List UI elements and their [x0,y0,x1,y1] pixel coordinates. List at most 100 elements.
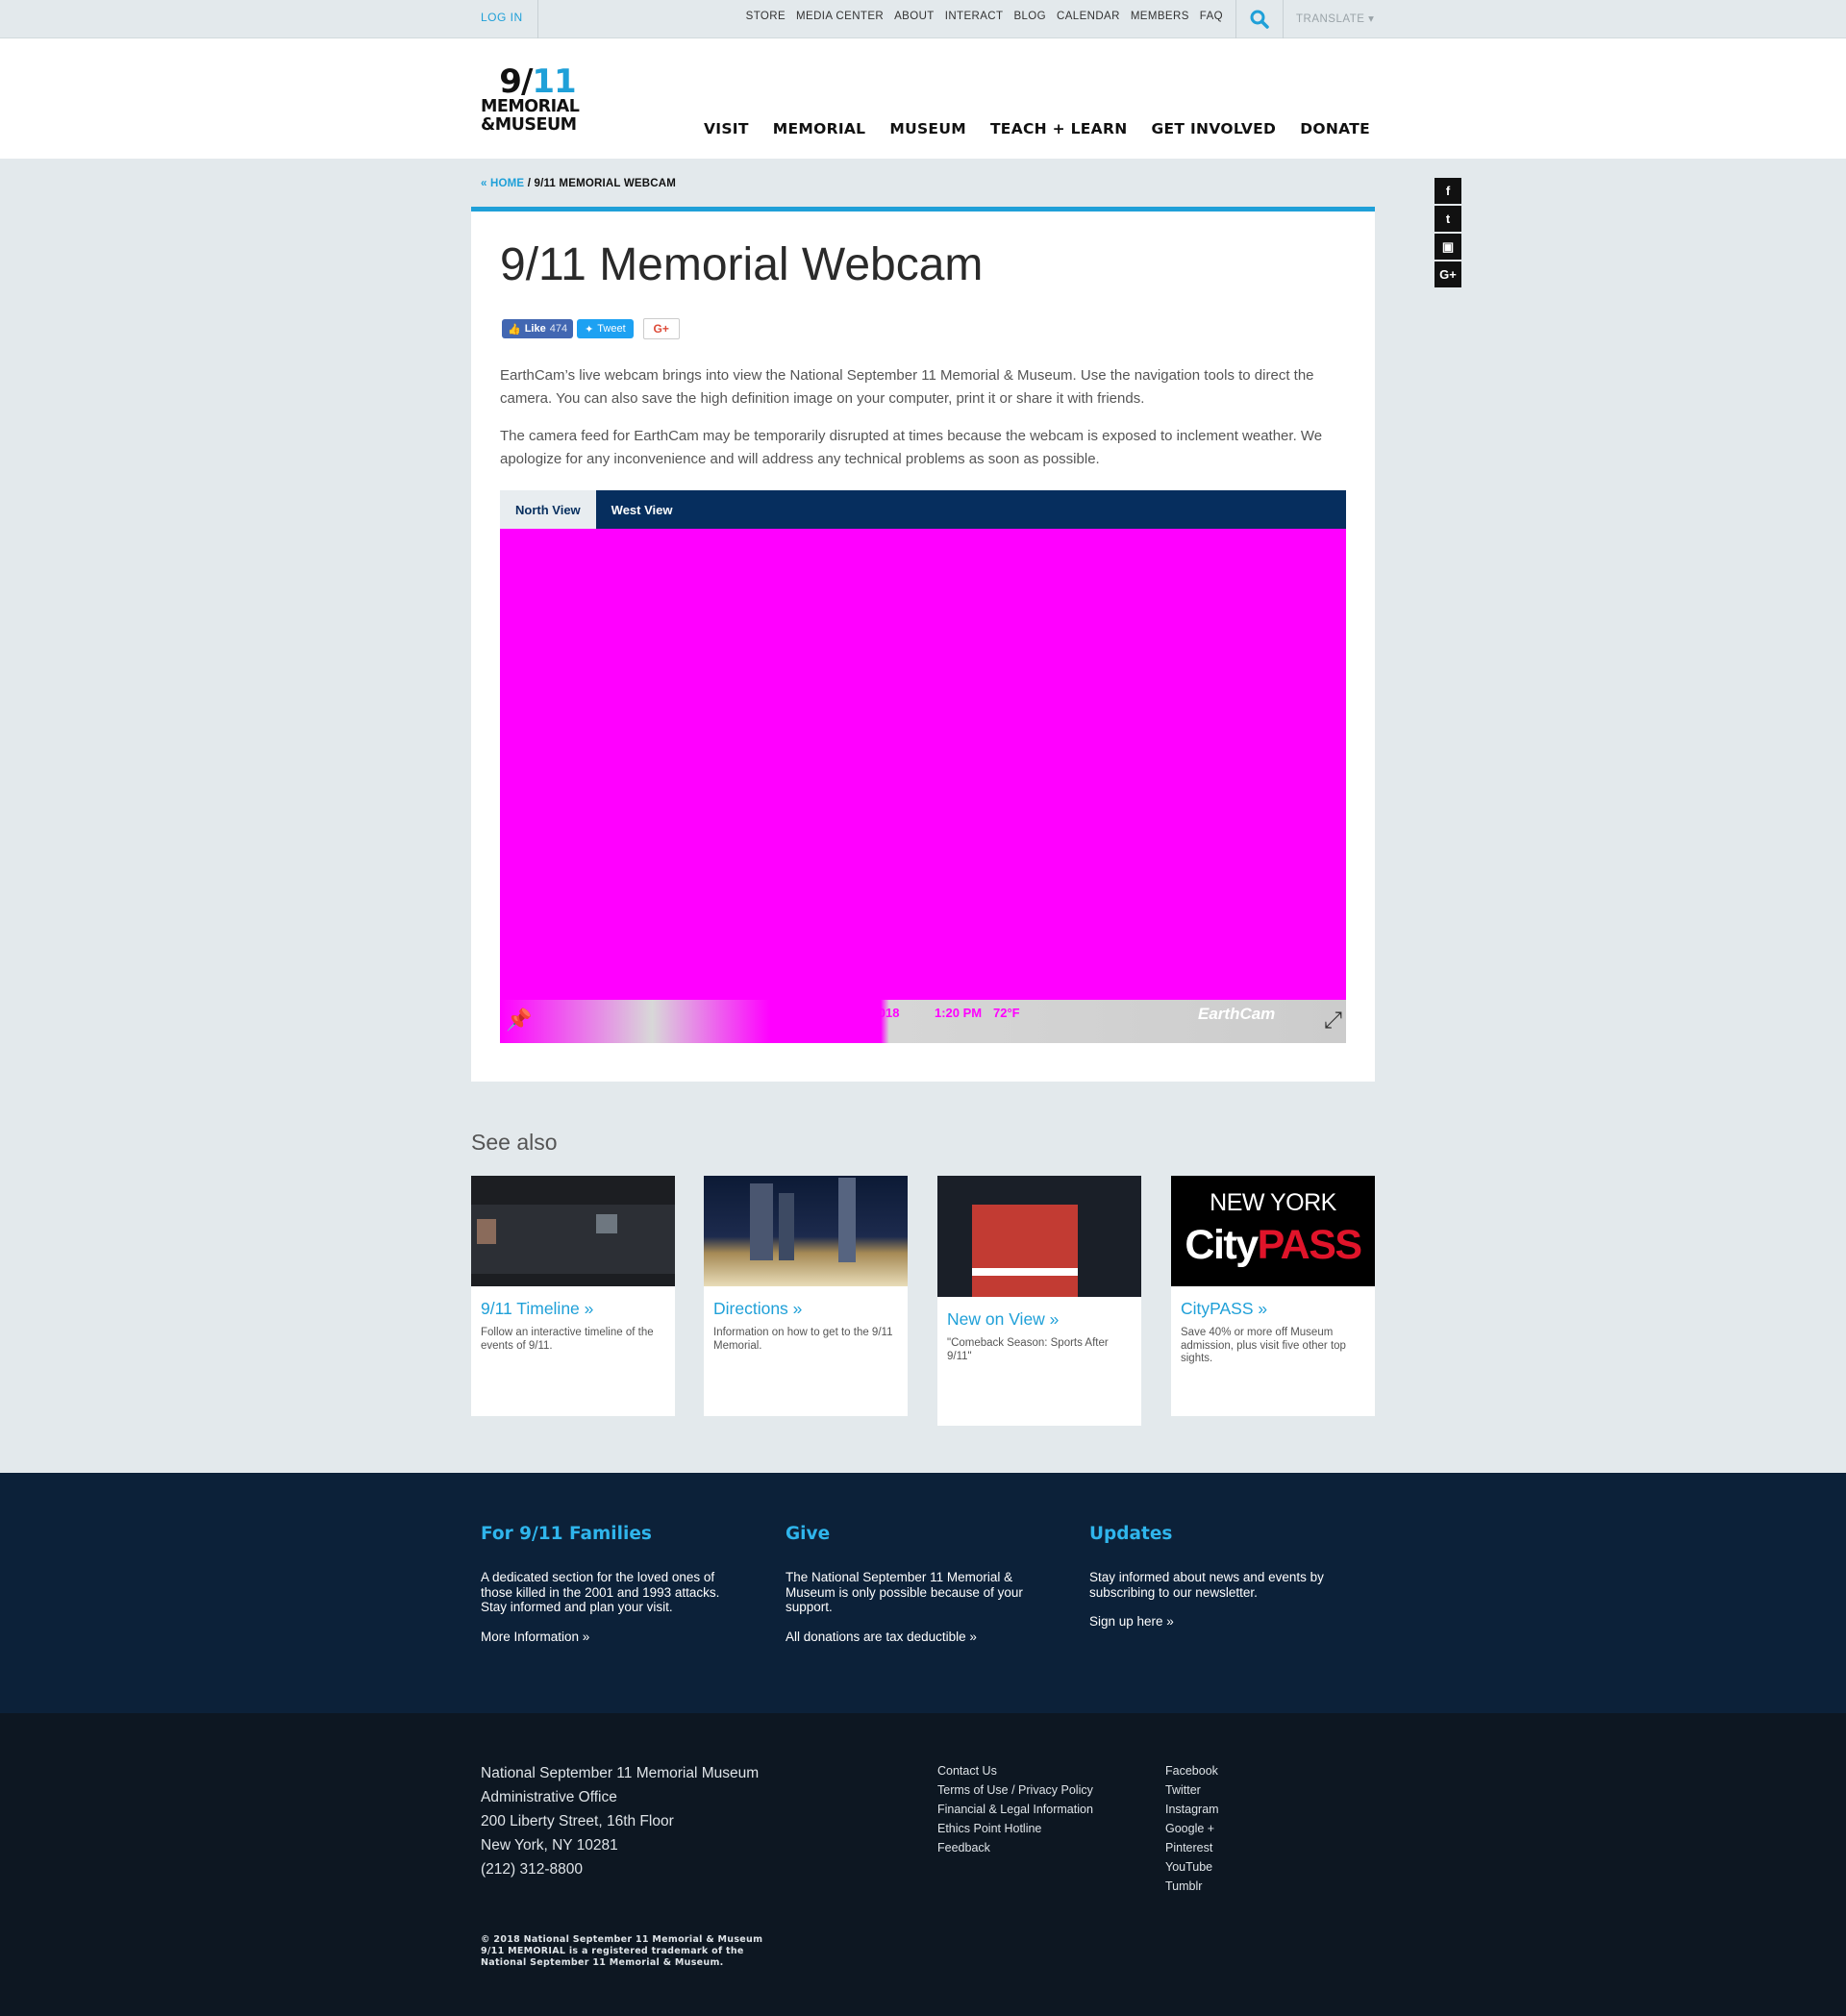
column-title: For 9/11 Families [481,1524,652,1544]
site-footer: National September 11 Memorial Museum Ad… [0,1713,1846,2016]
webcam-temperature: 72°F [993,1006,1020,1020]
citypass-new-york: NEW YORK [1210,1189,1336,1216]
pinterest-link[interactable]: Pinterest [1165,1838,1219,1857]
column-link[interactable]: More Information » [481,1630,740,1644]
divider [537,0,538,38]
google-plus-icon[interactable]: G+ [1434,261,1461,287]
like-label: Like [524,323,546,335]
webcam-time: 1:20 PM [935,1006,983,1020]
expand-icon[interactable]: ⤢ [1324,1008,1342,1034]
twitter-icon[interactable]: t [1434,206,1461,232]
facebook-like-button[interactable]: 👍 Like 474 [502,319,574,338]
logo-memorial: MEMORIAL [481,97,580,116]
social-share-float: f t ▣ G+ [1434,178,1461,289]
column-title: Give [786,1524,831,1544]
tile-description: Save 40% or more off Museum admission, p… [1181,1327,1346,1364]
footer-social-links: Facebook Twitter Instagram Google + Pint… [1165,1761,1219,1896]
see-also-tile-timeline[interactable]: 9/11 Timeline » Follow an interactive ti… [471,1176,675,1416]
nav-visit[interactable]: VISIT [704,120,749,137]
instagram-link[interactable]: Instagram [1165,1800,1219,1819]
see-also-tile-citypass[interactable]: NEW YORK CityPASS CityPASS » Save 40% or… [1171,1176,1375,1416]
tile-title[interactable]: New on View » [947,1309,1132,1330]
translate-dropdown[interactable]: TRANSLATE ▾ [1296,12,1374,25]
divider [1283,0,1284,38]
nav-get-involved[interactable]: GET INVOLVED [1152,120,1277,137]
login-link[interactable]: LOG IN [481,11,523,24]
updates-column: Updates Stay informed about news and eve… [1089,1524,1349,1629]
contact-us-link[interactable]: Contact Us [937,1761,1093,1780]
copyright-line: 9/11 MEMORIAL is a registered trademark … [481,1946,744,1956]
twitter-link[interactable]: Twitter [1165,1780,1219,1800]
financial-legal-link[interactable]: Financial & Legal Information [937,1800,1093,1819]
tile-description: "Comeback Season: Sports After 9/11" [947,1337,1109,1362]
timeline-thumbnail [471,1176,675,1286]
site-header: 9/11 MEMORIAL &MUSEUM VISIT MEMORIAL MUS… [0,38,1846,159]
media-center-link[interactable]: MEDIA CENTER [796,11,884,22]
address-line: National September 11 Memorial Museum [481,1765,760,1781]
google-plus-link[interactable]: Google + [1165,1819,1219,1838]
main-content-card: 9/11 Memorial Webcam 👍 Like 474 ✦ Tweet … [471,207,1375,1082]
ethics-hotline-link[interactable]: Ethics Point Hotline [937,1819,1093,1838]
address-line: Administrative Office [481,1789,617,1805]
tile-title[interactable]: CityPASS » [1181,1299,1365,1319]
twitter-bird-icon: ✦ [585,323,594,336]
search-icon [1250,10,1269,29]
webcam-viewer[interactable]: 📌 Aug 13, 2018 1:20 PM 72°F EarthCam ⤢ [500,529,1346,1043]
faq-link[interactable]: FAQ [1200,11,1223,22]
nav-donate[interactable]: DONATE [1300,120,1370,137]
facebook-link[interactable]: Facebook [1165,1761,1219,1780]
facebook-icon[interactable]: f [1434,178,1461,204]
column-link[interactable]: All donations are tax deductible » [786,1630,1045,1644]
utility-links: STORE MEDIA CENTER ABOUT INTERACT BLOG C… [746,11,1223,22]
families-column: For 9/11 Families A dedicated section fo… [481,1524,740,1644]
thumbs-up-icon: 👍 [508,323,521,336]
citypass-thumbnail: NEW YORK CityPASS [1171,1176,1375,1286]
column-body: The National September 11 Memorial & Mus… [786,1570,1023,1614]
nav-memorial[interactable]: MEMORIAL [773,120,866,137]
tab-west-view[interactable]: West View [596,490,688,529]
tumblr-link[interactable]: Tumblr [1165,1877,1219,1896]
earthcam-logo: EarthCam [1198,1005,1276,1023]
disruption-paragraph: The camera feed for EarthCam may be temp… [500,428,1323,467]
footer-address: National September 11 Memorial Museum Ad… [481,1761,759,1881]
see-also-tile-new-on-view[interactable]: New on View » "Comeback Season: Sports A… [937,1176,1141,1426]
google-plus-button[interactable]: G+ [642,318,680,339]
feedback-link[interactable]: Feedback [937,1838,1093,1857]
copyright-notice: © 2018 National September 11 Memorial & … [481,1934,762,1969]
column-body: Stay informed about news and events by s… [1089,1570,1324,1600]
tile-title[interactable]: Directions » [713,1299,898,1319]
blog-link[interactable]: BLOG [1013,11,1046,22]
members-link[interactable]: MEMBERS [1131,11,1189,22]
column-title: Updates [1089,1524,1173,1544]
tile-title[interactable]: 9/11 Timeline » [481,1299,665,1319]
webcam-info-bar: 📌 Aug 13, 2018 1:20 PM 72°F EarthCam ⤢ [500,1000,1346,1043]
copyright-line: © 2018 National September 11 Memorial & … [481,1934,763,1945]
column-link[interactable]: Sign up here » [1089,1614,1349,1629]
nav-museum[interactable]: MUSEUM [889,120,966,137]
breadcrumb-home[interactable]: « HOME [481,178,524,189]
utility-bar: LOG IN STORE MEDIA CENTER ABOUT INTERACT… [0,0,1846,38]
interact-link[interactable]: INTERACT [945,11,1004,22]
see-also-tile-directions[interactable]: Directions » Information on how to get t… [704,1176,908,1416]
breadcrumb-current: 9/11 MEMORIAL WEBCAM [534,178,677,189]
breadcrumb-separator: / [524,178,535,189]
site-logo[interactable]: 9/11 MEMORIAL &MUSEUM [481,65,594,138]
about-link[interactable]: ABOUT [894,11,935,22]
terms-privacy-link[interactable]: Terms of Use / Privacy Policy [937,1780,1093,1800]
footer-links: Contact Us Terms of Use / Privacy Policy… [937,1761,1093,1857]
instagram-icon[interactable]: ▣ [1434,234,1461,260]
store-link[interactable]: STORE [746,11,786,22]
calendar-link[interactable]: CALENDAR [1057,11,1120,22]
tweet-label: Tweet [597,323,626,335]
address-line: 200 Liberty Street, 16th Floor [481,1813,674,1829]
column-body: A dedicated section for the loved ones o… [481,1570,720,1614]
address-line: New York, NY 10281 [481,1837,618,1854]
search-button[interactable] [1236,0,1283,38]
youtube-link[interactable]: YouTube [1165,1857,1219,1877]
intro-paragraph: EarthCam’s live webcam brings into view … [500,367,1314,407]
logo-museum: &MUSEUM [481,115,577,135]
tweet-button[interactable]: ✦ Tweet [577,319,634,338]
pin-icon[interactable]: 📌 [506,1008,532,1033]
nav-teach-learn[interactable]: TEACH + LEARN [990,120,1128,137]
tab-north-view[interactable]: North View [500,490,596,529]
